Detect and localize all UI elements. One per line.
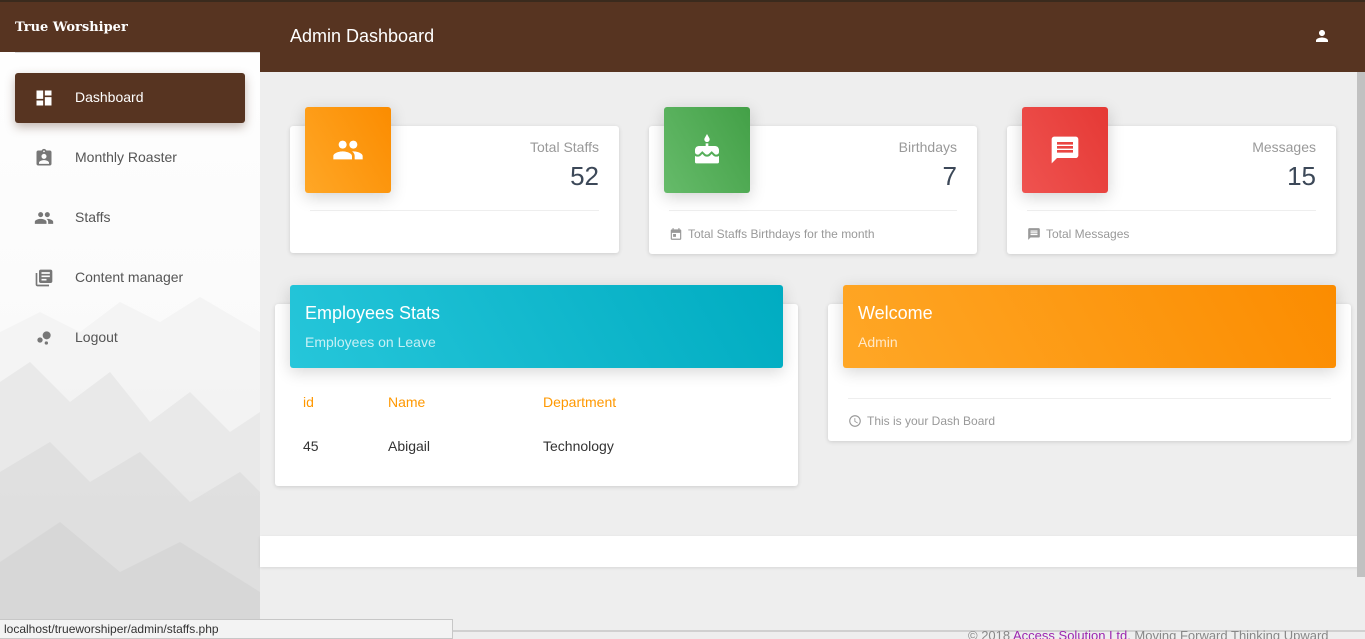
- cell-id: 45: [303, 438, 319, 454]
- card-title: Employees Stats: [305, 303, 441, 323]
- assignment-ind-icon: [36, 148, 52, 166]
- sidebar-item-label: Dashboard: [75, 89, 144, 105]
- cell-name: Abigail: [388, 438, 431, 454]
- stat-value: 15: [1287, 161, 1316, 191]
- stat-category: Messages: [1252, 139, 1316, 155]
- stat-value: 52: [570, 161, 599, 191]
- stat-icon-box: [664, 107, 750, 193]
- brand-divider: [15, 52, 260, 53]
- stat-category: Birthdays: [898, 139, 957, 155]
- stat-divider: [1027, 210, 1316, 211]
- sidebar-item-logout[interactable]: Logout: [15, 313, 245, 363]
- sidebar-item-label: Monthly Roaster: [75, 149, 177, 165]
- stat-footer-text: Total Staffs Birthdays for the month: [688, 227, 875, 241]
- tagline-text: Moving Forward Thinking Upward: [1130, 628, 1329, 639]
- bottom-panel: [260, 536, 1365, 567]
- welcome-divider: [848, 398, 1331, 399]
- card-title: Welcome: [858, 303, 933, 323]
- message-icon: [1028, 228, 1040, 240]
- card-subtitle: Admin: [858, 334, 898, 350]
- top-navbar: Admin Dashboard: [260, 2, 1365, 72]
- copyright-text: © 2018: [968, 628, 1014, 639]
- sidebar: True Worshiper Dashboard Monthly Roaster…: [0, 2, 260, 639]
- column-header-department: Department: [543, 394, 617, 410]
- employees-table: id Name Department 45 Abigail Technology: [303, 394, 783, 482]
- page-title: Admin Dashboard: [290, 26, 435, 46]
- employees-stats-header: Employees Stats Employees on Leave: [290, 285, 783, 368]
- sidebar-item-staffs[interactable]: Staffs: [15, 193, 245, 243]
- stat-divider: [669, 210, 957, 211]
- people-icon: [333, 140, 363, 160]
- bubble-chart-icon: [37, 331, 51, 345]
- column-header-id: id: [303, 394, 314, 410]
- footer-copyright: © 2018 Access Solution Ltd. Moving Forwa…: [968, 628, 1329, 639]
- sidebar-item-monthly-roaster[interactable]: Monthly Roaster: [15, 133, 245, 183]
- sidebar-item-content-manager[interactable]: Content manager: [15, 253, 245, 303]
- welcome-footer-text: This is your Dash Board: [867, 414, 996, 428]
- company-link[interactable]: Access Solution Ltd.: [1013, 628, 1131, 639]
- card-subtitle: Employees on Leave: [305, 334, 436, 350]
- stat-value: 7: [942, 161, 957, 191]
- sidebar-item-label: Staffs: [75, 209, 111, 225]
- stat-footer-text: Total Messages: [1046, 227, 1130, 241]
- stat-footer: Total Staffs Birthdays for the month: [669, 227, 875, 241]
- clock-icon: [849, 415, 861, 427]
- table-row: 45 Abigail Technology: [303, 438, 783, 482]
- stat-divider: [310, 210, 599, 211]
- brand-name[interactable]: True Worshiper: [15, 20, 128, 35]
- people-icon: [34, 212, 54, 224]
- sidebar-item-label: Logout: [75, 329, 118, 345]
- sidebar-item-dashboard[interactable]: Dashboard: [15, 73, 245, 123]
- person-icon[interactable]: [1313, 27, 1331, 45]
- library-books-icon: [35, 269, 53, 287]
- brand-bar: True Worshiper: [0, 2, 260, 52]
- cell-department: Technology: [543, 438, 614, 454]
- column-header-name: Name: [388, 394, 426, 410]
- stat-category: Total Staffs: [529, 139, 599, 155]
- cake-icon: [695, 134, 719, 164]
- calendar-icon: [670, 228, 682, 240]
- message-icon: [1051, 136, 1079, 164]
- stat-footer: Total Messages: [1027, 227, 1129, 241]
- sidebar-item-label: Content manager: [75, 269, 184, 285]
- browser-status-url: localhost/trueworshiper/admin/staffs.php: [0, 619, 453, 639]
- dashboard-icon: [36, 90, 52, 106]
- stat-icon-box: [305, 107, 391, 193]
- table-header-row: id Name Department: [303, 394, 783, 438]
- welcome-footer: This is your Dash Board: [848, 414, 995, 428]
- vertical-scrollbar[interactable]: [1357, 72, 1365, 577]
- stat-icon-box: [1022, 107, 1108, 193]
- welcome-header: Welcome Admin: [843, 285, 1336, 368]
